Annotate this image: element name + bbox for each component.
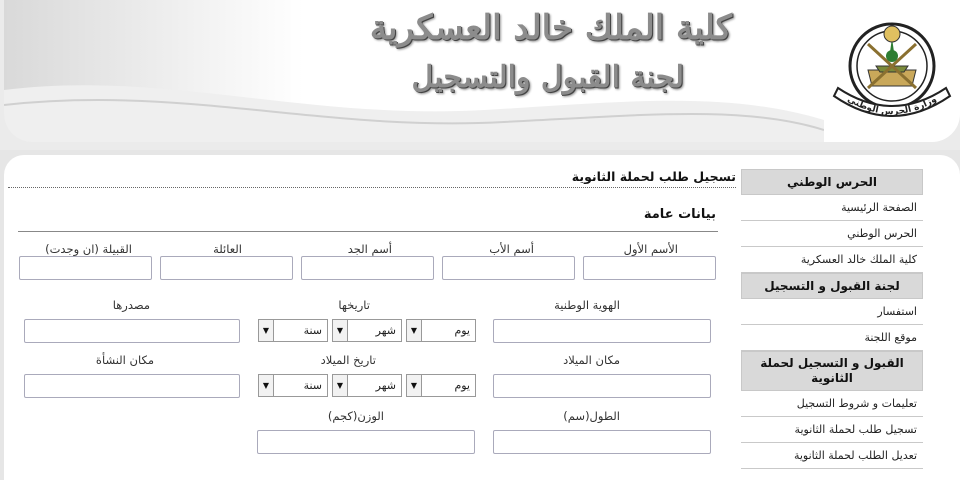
weight-input[interactable] bbox=[257, 430, 475, 454]
sidebar-item-military-college[interactable]: كلية الملك خالد العسكرية bbox=[741, 247, 923, 273]
college-title: كلية الملك خالد العسكرية bbox=[369, 8, 732, 48]
sidebar-heading-admission-committee: لجنة القبول و التسجيل bbox=[741, 273, 923, 299]
father-name-label: أسم الأب bbox=[489, 242, 534, 256]
sidebar-item-instructions[interactable]: تعليمات و شروط التسجيل bbox=[741, 391, 923, 417]
header: كلية الملك خالد العسكرية لجنة القبول وال… bbox=[0, 0, 960, 150]
sidebar-item-inquiry[interactable]: استفسار bbox=[741, 299, 923, 325]
family-input[interactable] bbox=[160, 256, 293, 280]
sidebar-item-home[interactable]: الصفحة الرئيسية bbox=[741, 195, 923, 221]
id-month-select[interactable]: ▼ شهر bbox=[332, 319, 402, 342]
height-label: الطول(سم) bbox=[563, 409, 620, 423]
sidebar: الحرس الوطني الصفحة الرئيسية الحرس الوطن… bbox=[741, 169, 923, 469]
national-id-input[interactable] bbox=[493, 319, 711, 343]
sidebar-item-committee-site[interactable]: موقع اللجنة bbox=[741, 325, 923, 351]
birth-month-select[interactable]: ▼ شهر bbox=[332, 374, 402, 397]
national-guard-emblem-icon: وزارة الحرس الوطني bbox=[832, 22, 952, 117]
birth-day-select[interactable]: ▼ يوم bbox=[406, 374, 476, 397]
national-id-label: الهوية الوطنية bbox=[554, 298, 620, 312]
sidebar-item-register-application[interactable]: تسجيل طلب لحملة الثانوية bbox=[741, 417, 923, 443]
tribe-label: القبيلة (ان وجدت) bbox=[45, 242, 132, 256]
dropdown-arrow-icon: ▼ bbox=[333, 375, 348, 396]
id-source-label: مصدرها bbox=[112, 298, 150, 312]
dropdown-arrow-icon: ▼ bbox=[259, 375, 274, 396]
tribe-input[interactable] bbox=[19, 256, 152, 280]
first-name-input[interactable] bbox=[583, 256, 716, 280]
birth-place-label: مكان الميلاد bbox=[563, 353, 620, 367]
id-source-input[interactable] bbox=[24, 319, 240, 343]
section-title: بيانات عامة bbox=[643, 207, 716, 222]
birth-year-select[interactable]: ▼ سنة bbox=[258, 374, 328, 397]
father-name-input[interactable] bbox=[442, 256, 575, 280]
sidebar-item-national-guard[interactable]: الحرس الوطني bbox=[741, 221, 923, 247]
sidebar-heading-highschool-admission: القبول و التسجيل لحملة الثانوية bbox=[741, 351, 923, 391]
dropdown-arrow-icon: ▼ bbox=[259, 320, 274, 341]
dropdown-arrow-icon: ▼ bbox=[407, 375, 422, 396]
dropdown-arrow-icon: ▼ bbox=[333, 320, 348, 341]
header-banner: كلية الملك خالد العسكرية لجنة القبول وال… bbox=[4, 0, 960, 142]
weight-label: الوزن(كجم) bbox=[327, 409, 384, 423]
committee-title: لجنة القبول والتسجيل bbox=[411, 60, 684, 95]
section-divider bbox=[18, 231, 718, 232]
id-date-label: تاريخها bbox=[338, 298, 370, 312]
height-input[interactable] bbox=[493, 430, 711, 454]
sidebar-heading-national-guard: الحرس الوطني bbox=[741, 169, 923, 195]
first-name-label: الأسم الأول bbox=[623, 242, 678, 256]
grandfather-name-label: أسم الجد bbox=[347, 242, 392, 256]
page-title: تسجيل طلب لحملة الثانوية bbox=[571, 169, 736, 184]
dropdown-arrow-icon: ▼ bbox=[407, 320, 422, 341]
sidebar-item-edit-application[interactable]: تعديل الطلب لحملة الثانوية bbox=[741, 443, 923, 469]
id-day-select[interactable]: ▼ يوم bbox=[406, 319, 476, 342]
birth-date-label: تاريخ الميلاد bbox=[320, 353, 376, 367]
grandfather-name-input[interactable] bbox=[301, 256, 434, 280]
origin-place-label: مكان النشأة bbox=[95, 353, 154, 367]
title-divider bbox=[8, 187, 736, 188]
origin-place-input[interactable] bbox=[24, 374, 240, 398]
id-year-select[interactable]: ▼ سنة bbox=[258, 319, 328, 342]
birth-place-input[interactable] bbox=[493, 374, 711, 398]
content-panel: الحرس الوطني الصفحة الرئيسية الحرس الوطن… bbox=[4, 155, 960, 480]
family-label: العائلة bbox=[213, 242, 242, 256]
